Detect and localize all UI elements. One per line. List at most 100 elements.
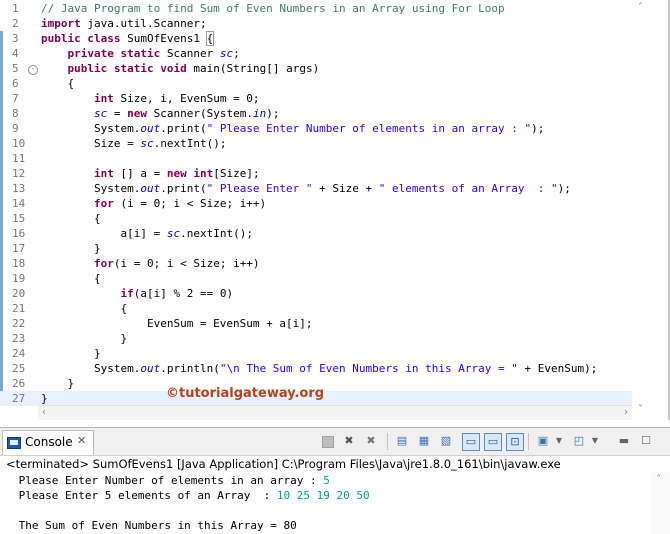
scroll-left-arrow-icon[interactable]: ‹ [42, 406, 46, 420]
tab-console[interactable]: Console ✕ [2, 430, 94, 455]
line-number: 23 [12, 332, 26, 345]
chevron-down-icon[interactable]: ▼ [587, 433, 603, 449]
code-token: // Java Program to find Sum of Even Numb… [41, 2, 505, 15]
pin-console-icon[interactable]: ⊡ [506, 433, 524, 451]
code-text: System.out.print(" Please Enter Number o… [41, 121, 544, 136]
code-token: "\n The Sum of Even Numbers in this Arra… [219, 362, 518, 375]
code-line[interactable]: 22 EvenSum = EvenSum + a[i]; [0, 316, 632, 331]
new-console-icon[interactable]: ◰ [571, 433, 587, 449]
code-line[interactable]: 13 System.out.print(" Please Enter " + S… [0, 181, 632, 196]
code-text: EvenSum = EvenSum + a[i]; [41, 316, 313, 331]
chevron-down-icon[interactable]: ▼ [551, 433, 567, 449]
code-token: sc [140, 137, 154, 150]
code-line[interactable]: 17 } [0, 241, 632, 256]
word-wrap-icon[interactable]: ▧ [438, 433, 454, 449]
code-token: .nextInt(); [180, 227, 253, 240]
code-line[interactable]: 12 int [] a = new int[Size]; [0, 166, 632, 181]
code-line[interactable]: 1 // Java Program to find Sum of Even Num… [0, 1, 632, 16]
code-line[interactable]: 8 sc = new Scanner(System.in); [0, 106, 632, 121]
terminate-icon[interactable] [322, 436, 334, 448]
code-line[interactable]: 16 a[i] = sc.nextInt(); [0, 226, 632, 241]
remove-all-icon[interactable]: ✖ [363, 433, 379, 449]
code-token: (a[i] % 2 == 0) [133, 287, 234, 300]
code-line[interactable]: 6 { [0, 76, 632, 91]
scroll-up-arrow-icon[interactable]: ˄ [638, 2, 643, 13]
code-token: = [107, 107, 128, 120]
console-view: Console ✕ ✖ ✖ ▤ ▦ ▧ ▭ ▭ ⊡ ▣ ▼ ◰ ▼ ▬ ☐ <t… [0, 427, 670, 534]
code-token: System. [41, 182, 141, 195]
code-text: public static void main(String[] args) [41, 61, 320, 76]
code-token: { [41, 302, 128, 315]
code-token: ); [531, 122, 545, 135]
code-token: static [120, 47, 161, 60]
code-editor[interactable]: 1 // Java Program to find Sum of Even Num… [0, 0, 670, 420]
vertical-scrollbar[interactable]: ˄ ˅ [633, 0, 655, 420]
code-token: sc [219, 47, 234, 60]
minimize-icon[interactable]: ▬ [616, 433, 632, 449]
code-text: for (i = 0; i < Size; i++) [41, 196, 266, 211]
code-token: + Size + [312, 182, 379, 195]
code-line[interactable]: 14 for (i = 0; i < Size; i++) [0, 196, 632, 211]
line-number: 18 [12, 257, 26, 270]
code-line[interactable]: 25 System.out.println("\n The Sum of Eve… [0, 361, 632, 376]
code-token: new [127, 107, 147, 120]
code-line[interactable]: 3 public class SumOfEvens1 { [0, 31, 632, 46]
code-line[interactable]: 10 Size = sc.nextInt(); [0, 136, 632, 151]
scroll-lock-icon[interactable]: ▦ [416, 433, 432, 449]
code-line[interactable]: 21 { [0, 301, 632, 316]
close-icon[interactable]: ✕ [77, 434, 86, 447]
code-line[interactable]: 11 [0, 151, 632, 166]
horizontal-scrollbar[interactable]: ‹ › [38, 405, 632, 420]
show-on-output-icon[interactable]: ▭ [462, 433, 480, 451]
line-number: 22 [12, 317, 26, 330]
code-token: .print( [160, 182, 207, 195]
line-number: 20 [12, 287, 26, 300]
code-token: { [41, 272, 101, 285]
console-scrollbar[interactable]: ˄ [650, 472, 670, 534]
code-line[interactable]: 20 if(a[i] % 2 == 0) [0, 286, 632, 301]
code-line[interactable]: 4 private static Scanner sc; [0, 46, 632, 61]
code-line[interactable]: 24 } [0, 346, 632, 361]
code-line[interactable]: 9 System.out.print(" Please Enter Number… [0, 121, 632, 136]
console-line: Please Enter Number of elements in an ar… [12, 474, 330, 487]
scroll-right-arrow-icon[interactable]: › [624, 406, 628, 420]
code-token: if [120, 287, 134, 300]
line-number: 25 [12, 362, 26, 375]
fold-toggle-icon[interactable]: - [28, 65, 38, 75]
code-line[interactable]: 2 import java.util.Scanner; [0, 16, 632, 31]
code-token: .print( [160, 122, 207, 135]
maximize-icon[interactable]: ☐ [638, 433, 654, 449]
code-line[interactable]: 15 { [0, 211, 632, 226]
code-line[interactable]: 18 for(i = 0; i < Size; i++) [0, 256, 632, 271]
line-number: 19 [12, 272, 26, 285]
code-text: int [] a = new int[Size]; [41, 166, 260, 181]
code-token: } [41, 332, 128, 345]
code-line[interactable]: 23 } [0, 331, 632, 346]
code-token: " Please Enter Number of elements in an … [206, 122, 532, 135]
display-console-icon[interactable]: ▣ [535, 433, 551, 449]
code-token: " Please Enter " [206, 182, 313, 195]
clear-console-icon[interactable]: ▤ [394, 433, 410, 449]
remove-launch-icon[interactable]: ✖ [341, 433, 357, 449]
line-number: 14 [12, 197, 26, 210]
code-token: sc [166, 227, 181, 240]
code-line[interactable]: 5- public static void main(String[] args… [0, 61, 632, 76]
scroll-down-arrow-icon[interactable]: ˅ [638, 404, 643, 415]
code-token: out [140, 122, 161, 135]
code-text: } [41, 331, 127, 346]
code-text: public class SumOfEvens1 { [41, 31, 215, 46]
code-text: if(a[i] % 2 == 0) [41, 286, 233, 301]
code-text: Size = sc.nextInt(); [41, 136, 226, 151]
code-line[interactable]: 19 { [0, 271, 632, 286]
code-line[interactable]: 7 int Size, i, EvenSum = 0; [0, 91, 632, 106]
code-token: private [67, 47, 114, 60]
show-on-error-icon[interactable]: ▭ [484, 433, 502, 451]
code-token: static [113, 62, 154, 75]
line-number: 4 [12, 47, 19, 60]
code-token: (i = 0; i < Size; i++) [113, 197, 267, 210]
code-token: int [93, 92, 114, 105]
code-token: for [93, 197, 114, 210]
scroll-up-arrow-icon[interactable]: ˄ [656, 474, 661, 485]
